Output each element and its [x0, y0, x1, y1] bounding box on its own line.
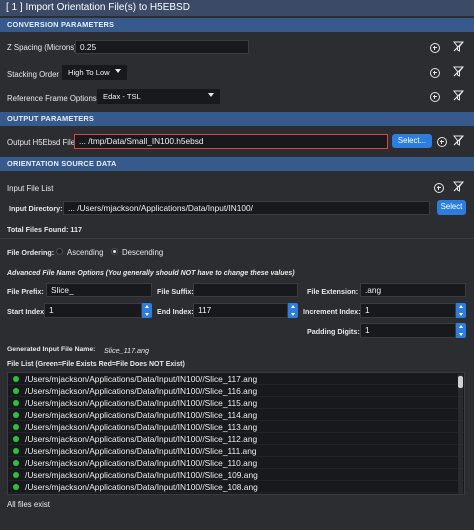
stacking-order-dropdown[interactable]: High To Low: [62, 65, 127, 80]
z-spacing-field[interactable]: 0.25: [75, 40, 249, 54]
file-exists-icon: [13, 436, 19, 442]
start-index-field[interactable]: 1: [44, 303, 142, 318]
file-status: All files exist: [7, 500, 50, 509]
file-path: /Users/mjackson/Applications/Data/Input/…: [25, 434, 258, 444]
list-item[interactable]: /Users/mjackson/Applications/Data/Input/…: [8, 469, 464, 481]
file-extension-label: File Extension:: [307, 287, 359, 296]
divider: [0, 238, 474, 239]
output-file-label: Output H5Ebsd File: [7, 138, 76, 147]
file-path: /Users/mjackson/Applications/Data/Input/…: [25, 386, 258, 396]
reference-frame-dropdown[interactable]: Edax - TSL: [97, 89, 220, 104]
list-item[interactable]: /Users/mjackson/Applications/Data/Input/…: [8, 433, 464, 445]
add-circle-icon[interactable]: [430, 43, 440, 53]
list-item[interactable]: /Users/mjackson/Applications/Data/Input/…: [8, 385, 464, 397]
list-item[interactable]: /Users/mjackson/Applications/Data/Input/…: [8, 409, 464, 421]
input-select-button[interactable]: Select: [437, 200, 466, 215]
file-suffix-label: File Suffix:: [157, 287, 194, 296]
padding-digits-field[interactable]: 1: [360, 323, 456, 338]
file-list-label: File List (Green=File Exists Red=File Do…: [7, 361, 185, 368]
file-path: /Users/mjackson/Applications/Data/Input/…: [25, 410, 258, 420]
file-list-scrollbar[interactable]: [458, 374, 463, 494]
descending-radio[interactable]: [111, 248, 118, 255]
end-index-field[interactable]: 117: [193, 303, 288, 318]
list-item[interactable]: /Users/mjackson/Applications/Data/Input/…: [8, 373, 464, 385]
file-suffix-field[interactable]: [193, 283, 298, 297]
end-index-stepper[interactable]: [288, 303, 298, 318]
list-item[interactable]: /Users/mjackson/Applications/Data/Input/…: [8, 457, 464, 469]
list-item[interactable]: /Users/mjackson/Applications/Data/Input/…: [8, 397, 464, 409]
file-exists-icon: [13, 400, 19, 406]
file-path: /Users/mjackson/Applications/Data/Input/…: [25, 398, 258, 408]
remove-filter-icon[interactable]: [452, 41, 465, 52]
input-file-list-label: Input File List: [7, 184, 54, 193]
end-index-label: End Index:: [157, 307, 194, 316]
reference-frame-label: Reference Frame Options: [7, 94, 97, 103]
window-title: [ 1 ] Import Orientation File(s) to H5EB…: [0, 0, 474, 16]
file-prefix-field[interactable]: Slice_: [46, 283, 152, 297]
start-index-stepper[interactable]: [142, 303, 152, 318]
input-directory-field[interactable]: ... /Users/mjackson/Applications/Data/In…: [63, 201, 430, 215]
increment-index-label: Increment Index:: [303, 307, 361, 316]
file-exists-icon: [13, 424, 19, 430]
section-output-header: OUTPUT PARAMETERS: [0, 112, 474, 126]
remove-filter-icon[interactable]: [452, 181, 465, 192]
input-directory-label: Input Directory:: [9, 204, 63, 213]
file-path: /Users/mjackson/Applications/Data/Input/…: [25, 422, 258, 432]
file-path: /Users/mjackson/Applications/Data/Input/…: [25, 458, 258, 468]
list-item[interactable]: /Users/mjackson/Applications/Data/Input/…: [8, 445, 464, 457]
increment-index-field[interactable]: 1: [360, 303, 456, 318]
add-circle-icon[interactable]: [430, 92, 440, 102]
section-conversion-header: CONVERSION PARAMETERS: [0, 18, 474, 32]
padding-digits-stepper[interactable]: [456, 323, 466, 338]
remove-filter-icon[interactable]: [452, 135, 465, 146]
z-spacing-label: Z Spacing (Microns): [7, 43, 77, 52]
remove-filter-icon[interactable]: [452, 90, 465, 101]
generated-name-value: Slice_117.ang: [104, 346, 150, 355]
ascending-label[interactable]: Ascending: [67, 248, 103, 257]
descending-label[interactable]: Descending: [122, 248, 163, 257]
file-path: /Users/mjackson/Applications/Data/Input/…: [25, 374, 258, 384]
remove-filter-icon[interactable]: [452, 66, 465, 77]
file-path: /Users/mjackson/Applications/Data/Input/…: [25, 470, 258, 480]
file-path: /Users/mjackson/Applications/Data/Input/…: [25, 446, 257, 456]
stacking-order-value: High To Low: [68, 68, 110, 77]
file-exists-icon: [13, 412, 19, 418]
generated-name-label: Generated Input File Name:: [7, 346, 96, 353]
file-list[interactable]: /Users/mjackson/Applications/Data/Input/…: [7, 372, 465, 495]
list-item[interactable]: /Users/mjackson/Applications/Data/Input/…: [8, 421, 464, 433]
file-exists-icon: [13, 388, 19, 394]
ascending-radio[interactable]: [56, 248, 63, 255]
reference-frame-value: Edax - TSL: [103, 92, 141, 101]
increment-index-stepper[interactable]: [456, 303, 466, 318]
section-source-header: ORIENTATION SOURCE DATA: [0, 157, 474, 171]
file-exists-icon: [13, 484, 19, 490]
scrollbar-thumb[interactable]: [458, 376, 463, 388]
advanced-options-note: Advanced File Name Options (You generall…: [7, 270, 295, 277]
add-circle-icon[interactable]: [434, 183, 444, 193]
stacking-order-label: Stacking Order: [7, 70, 60, 79]
chevron-down-icon: [115, 69, 121, 73]
output-select-button[interactable]: Select...: [392, 134, 432, 148]
add-circle-icon[interactable]: [430, 68, 440, 78]
chevron-down-icon: [208, 93, 214, 97]
file-exists-icon: [13, 472, 19, 478]
padding-digits-label: Padding Digits:: [307, 327, 360, 336]
file-exists-icon: [13, 376, 19, 382]
file-ordering-label: File Ordering:: [7, 248, 55, 257]
file-exists-icon: [13, 448, 19, 454]
add-circle-icon[interactable]: [437, 137, 447, 147]
file-prefix-label: File Prefix:: [7, 287, 44, 296]
list-item[interactable]: /Users/mjackson/Applications/Data/Input/…: [8, 481, 464, 493]
file-path: /Users/mjackson/Applications/Data/Input/…: [25, 482, 258, 492]
file-exists-icon: [13, 460, 19, 466]
total-files-found: Total Files Found: 117: [7, 225, 82, 234]
output-file-field[interactable]: ... /tmp/Data/Small_IN100.h5ebsd: [74, 134, 388, 149]
start-index-label: Start Index:: [7, 307, 47, 316]
file-extension-field[interactable]: .ang: [360, 283, 466, 297]
